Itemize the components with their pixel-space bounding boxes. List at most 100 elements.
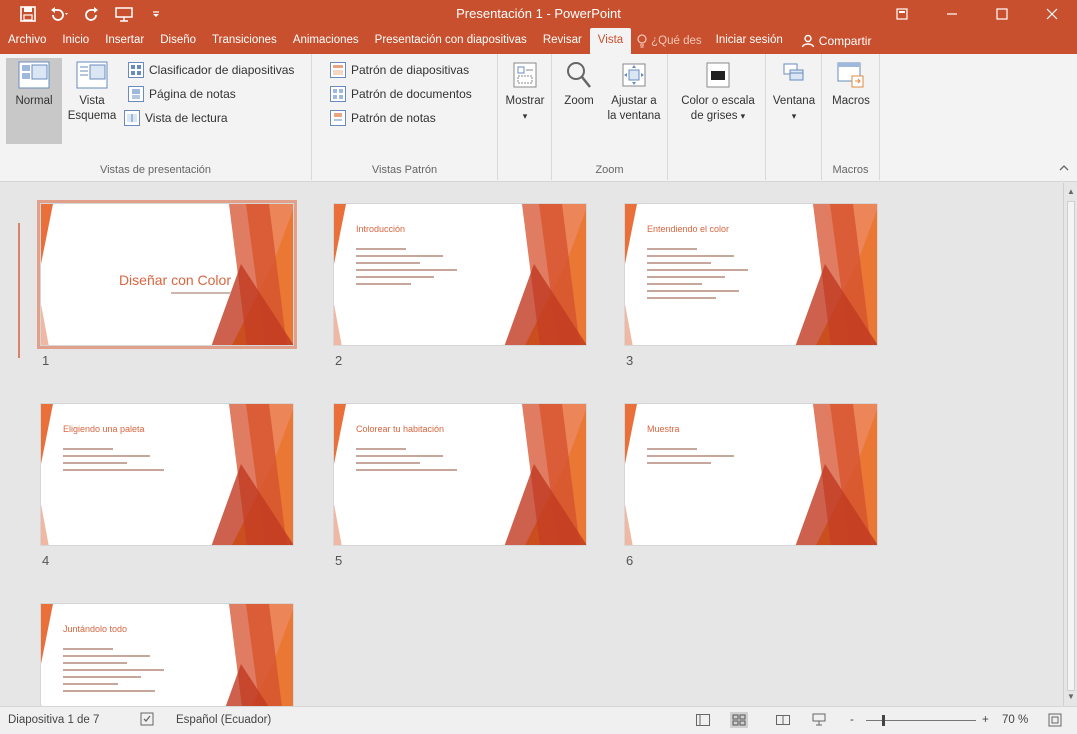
normal-view-icon [17,58,51,92]
slide-thumbnail-1[interactable]: Diseñar con Color [37,200,297,349]
bullet-line [647,290,739,292]
zoom-level[interactable]: 70 % [1002,714,1028,726]
zoom-in-button[interactable]: + [982,714,989,726]
bullet-line [647,462,711,464]
minimize-icon[interactable] [927,0,977,28]
language-status[interactable]: Español (Ecuador) [176,714,271,726]
tab-inicio[interactable]: Inicio [54,28,97,54]
outline-view-icon [75,58,109,92]
fit-slide-icon[interactable] [1046,712,1064,728]
handout-master-button[interactable]: Patrón de documentos [330,84,472,104]
share-button[interactable]: Compartir [791,28,882,54]
bullet-line [647,276,725,278]
tab-archivo[interactable]: Archivo [0,28,54,54]
window-label: Ventana [772,95,816,107]
window-controls [877,0,1077,28]
group-macros: Macros Macros [822,54,880,180]
slide-thumbnail-6[interactable]: Muestra [624,403,878,546]
ribbon-display-options-icon[interactable] [877,0,927,28]
notes-master-button[interactable]: Patrón de notas [330,108,436,128]
slide-sorter-status-icon[interactable] [730,712,748,728]
tab-diseno[interactable]: Diseño [152,28,204,54]
slide-thumbnail-7[interactable]: Juntándolo todo [40,603,294,706]
reading-view-status-icon[interactable] [774,712,792,728]
group-label-vistas-patron: Vistas Patrón [371,164,438,176]
close-icon[interactable] [1027,0,1077,28]
notes-master-label: Patrón de notas [351,111,436,125]
color-grayscale-label-1: Color o escala [681,95,755,107]
normal-view-button[interactable]: Normal [6,58,62,144]
slide-title: Muestra [647,424,680,434]
zoom-slider[interactable] [866,715,976,726]
chevron-down-icon: ▾ [791,111,797,121]
slide-thumbnail-2[interactable]: Introducción [333,203,587,346]
slide-bullets [63,648,213,697]
bullet-line [356,276,434,278]
sign-in-link[interactable]: Iniciar sesión [708,28,791,54]
slideshow-status-icon[interactable] [810,712,828,728]
tell-me-box[interactable]: ¿Qué des [631,28,708,54]
tab-transiciones[interactable]: Transiciones [204,28,285,54]
slide-master-button[interactable]: Patrón de diapositivas [330,60,469,80]
chevron-down-icon: ▾ [740,111,746,121]
bullet-line [356,448,406,450]
tab-vista[interactable]: Vista [589,28,632,54]
window-button[interactable]: Ventana ▾ [768,58,820,124]
bullet-line [63,676,141,678]
slide-sorter-button[interactable]: Clasificador de diapositivas [128,60,294,80]
reading-view-button[interactable]: Vista de lectura [124,108,228,128]
tab-animaciones[interactable]: Animaciones [285,28,367,54]
notes-page-label: Página de notas [149,87,236,101]
slide-thumbnail-3[interactable]: Entendiendo el color [624,203,878,346]
color-grayscale-button[interactable]: Color o escala de grises ▾ [674,58,762,124]
slide-master-icon [330,62,346,78]
slide-number: 1 [42,353,50,368]
slide-thumbnail-4[interactable]: Eligiendo una paleta [40,403,294,546]
bullet-line [647,255,734,257]
slide-sorter-label: Clasificador de diapositivas [149,63,295,77]
group-vistas-patron: Patrón de diapositivas Patrón de documen… [312,54,498,180]
spelling-check-icon[interactable] [140,712,154,729]
vertical-scrollbar[interactable]: ▲ ▼ [1063,183,1077,706]
bullet-line [647,297,716,299]
zoom-slider-thumb[interactable] [882,715,885,726]
outline-view-label-1: Vista [79,95,105,107]
person-icon [801,34,814,48]
scroll-down-icon[interactable]: ▼ [1066,692,1076,702]
slide-title: Colorear tu habitación [356,424,445,434]
notes-master-icon [330,110,346,126]
notes-page-button[interactable]: Página de notas [128,84,236,104]
tab-insertar[interactable]: Insertar [97,28,152,54]
scroll-thumb[interactable] [1067,201,1075,691]
magnifier-icon [562,58,596,92]
collapse-ribbon-icon[interactable] [1059,163,1069,175]
macros-button[interactable]: Macros [826,58,876,109]
tab-presentacion[interactable]: Presentación con diapositivas [367,28,535,54]
zoom-button[interactable]: Zoom [556,58,602,109]
outline-view-button[interactable]: Vista Esquema [64,58,120,124]
bullet-line [63,669,164,671]
scroll-up-icon[interactable]: ▲ [1066,187,1076,197]
title-bar: Presentación 1 - PowerPoint Archivo Inic… [0,0,1077,54]
bullet-line [63,462,127,464]
group-label-macros: Macros [832,164,869,176]
show-label: Mostrar [505,95,545,107]
slide-title: Diseñar con Color [118,272,231,288]
maximize-icon[interactable] [977,0,1027,28]
bullet-line [356,469,457,471]
tab-revisar[interactable]: Revisar [535,28,590,54]
slide-number: 6 [626,553,634,568]
slide-title: Introducción [356,224,406,234]
bullet-line [647,283,702,285]
normal-view-status-icon[interactable] [694,712,712,728]
zoom-label: Zoom [564,95,594,107]
bullet-line [63,448,113,450]
show-button[interactable]: Mostrar ▾ [500,58,550,124]
slide-bullets [356,448,506,476]
fit-to-window-button[interactable]: Ajustar a la ventana [604,58,664,124]
bullet-line [63,662,127,664]
slide-thumbnail-5[interactable]: Colorear tu habitación [333,403,587,546]
zoom-out-button[interactable]: - [850,714,854,726]
slide-bullets [647,248,797,304]
outline-view-label-2: Esquema [67,110,117,122]
